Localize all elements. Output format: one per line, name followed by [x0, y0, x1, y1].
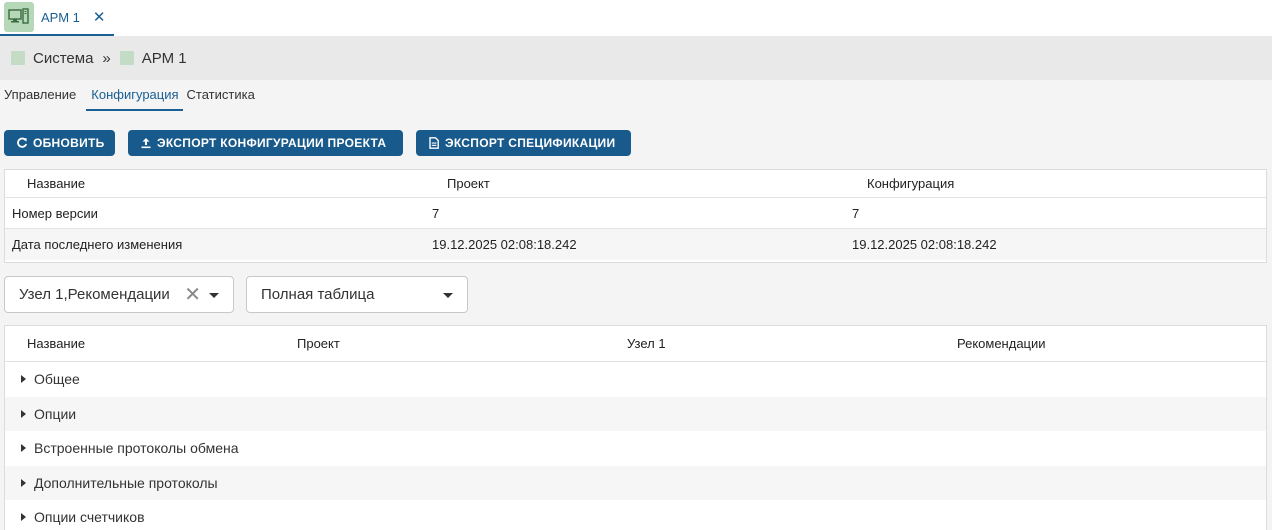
tree-row-label: Дополнительные протоколы	[34, 474, 218, 491]
column-header-configuration[interactable]: Конфигурация	[867, 170, 954, 198]
row-configuration-value: 19.12.2025 02:08:18.242	[852, 237, 997, 252]
tree-row-label: Общее	[34, 371, 80, 388]
close-icon[interactable]: ✕	[93, 10, 106, 25]
chevron-down-icon[interactable]	[209, 293, 219, 298]
breadcrumb-item-system[interactable]: Система	[33, 50, 93, 67]
workstation-icon	[4, 2, 34, 32]
column-header-node-1[interactable]: Узел 1	[627, 326, 666, 362]
row-name: Дата последнего изменения	[12, 237, 183, 252]
expand-arrow-icon[interactable]	[21, 375, 26, 384]
export-spec-button-label: ЭКСПОРТ СПЕЦИФИКАЦИИ	[445, 136, 616, 150]
tree-row-label: Опции	[34, 405, 77, 422]
tree-row-general[interactable]: Общее	[5, 362, 1266, 397]
tree-row-label: Встроенные протоколы обмена	[34, 440, 239, 457]
view-select[interactable]: Полная таблица	[246, 276, 468, 313]
row-name: Номер версии	[12, 206, 98, 221]
column-header-project[interactable]: Проект	[297, 326, 340, 362]
column-header-recommendations[interactable]: Рекомендации	[957, 326, 1046, 362]
version-table: Название Проект Конфигурация Номер верси…	[4, 169, 1267, 263]
tab-statistics[interactable]: Статистика	[183, 80, 261, 111]
upload-icon	[140, 137, 152, 149]
column-header-project[interactable]: Проект	[447, 170, 490, 198]
table-row: Дата последнего изменения 19.12.2025 02:…	[5, 229, 1266, 260]
row-project-value: 19.12.2025 02:08:18.242	[432, 237, 577, 252]
refresh-button-label: ОБНОВИТЬ	[33, 136, 105, 150]
refresh-icon	[16, 137, 28, 149]
columns-multiselect[interactable]: Узел 1,Рекомендации ✕	[4, 276, 234, 313]
column-header-name[interactable]: Название	[27, 170, 85, 198]
breadcrumb-separator: »	[102, 49, 111, 67]
view-select-value: Полная таблица	[261, 286, 375, 303]
subtabs: Управление Конфигурация Статистика	[0, 80, 261, 111]
breadcrumb-item-workstation[interactable]: АРМ 1	[142, 50, 187, 67]
workstation-node-icon	[119, 51, 134, 65]
tree-row-counter-options[interactable]: Опции счетчиков	[5, 500, 1266, 530]
table-header: Название Проект Узел 1 Рекомендации	[5, 326, 1266, 362]
parameters-table: Название Проект Узел 1 Рекомендации Обще…	[4, 325, 1267, 530]
document-icon	[428, 137, 440, 149]
export-config-button[interactable]: ЭКСПОРТ КОНФИГУРАЦИИ ПРОЕКТА	[128, 130, 403, 156]
column-header-name[interactable]: Название	[27, 326, 85, 362]
tree-row-label: Опции счетчиков	[34, 509, 145, 526]
expand-arrow-icon[interactable]	[21, 409, 26, 418]
export-config-button-label: ЭКСПОРТ КОНФИГУРАЦИИ ПРОЕКТА	[157, 136, 387, 150]
table-header: Название Проект Конфигурация	[5, 170, 1266, 198]
document-tab-label: АРМ 1	[41, 9, 80, 25]
clear-icon[interactable]: ✕	[184, 285, 201, 305]
expand-arrow-icon[interactable]	[21, 478, 26, 487]
document-tab[interactable]: АРМ 1 ✕	[0, 0, 114, 36]
tab-management[interactable]: Управление	[0, 80, 82, 111]
tree-row-additional-protocols[interactable]: Дополнительные протоколы	[5, 465, 1266, 500]
tree-row-builtin-protocols[interactable]: Встроенные протоколы обмена	[5, 431, 1266, 466]
refresh-button[interactable]: ОБНОВИТЬ	[4, 130, 115, 156]
tree-row-options[interactable]: Опции	[5, 396, 1266, 431]
row-configuration-value: 7	[852, 206, 860, 221]
breadcrumb: Система » АРМ 1	[0, 36, 1272, 80]
columns-multiselect-value: Узел 1,Рекомендации	[19, 286, 170, 303]
export-spec-button[interactable]: ЭКСПОРТ СПЕЦИФИКАЦИИ	[416, 130, 631, 156]
row-project-value: 7	[432, 206, 440, 221]
expand-arrow-icon[interactable]	[21, 513, 26, 522]
tab-configuration[interactable]: Конфигурация	[86, 80, 183, 111]
chevron-down-icon[interactable]	[443, 293, 453, 298]
tab-bar: АРМ 1 ✕	[0, 0, 1272, 36]
table-row: Номер версии 7 7	[5, 198, 1266, 229]
expand-arrow-icon[interactable]	[21, 444, 26, 453]
system-node-icon	[11, 51, 25, 65]
